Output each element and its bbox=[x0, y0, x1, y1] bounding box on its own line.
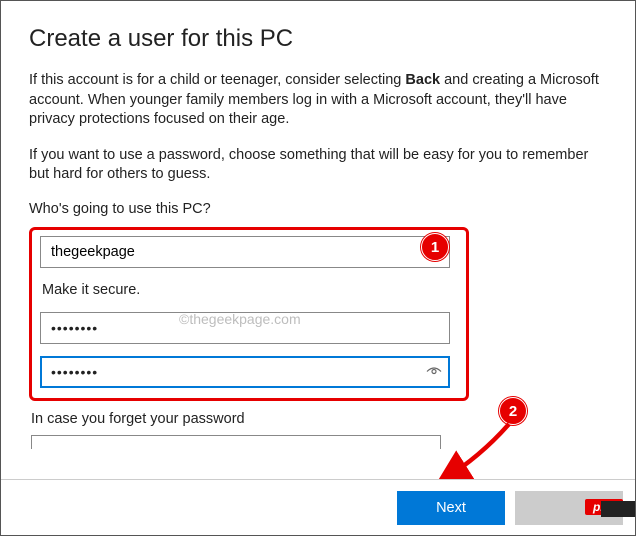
security-question-input-partial[interactable] bbox=[31, 435, 441, 449]
make-secure-label: Make it secure. bbox=[42, 282, 458, 298]
next-button[interactable]: Next bbox=[397, 491, 505, 525]
annotation-callout-2: 2 bbox=[499, 397, 527, 425]
footer-bar: Next bbox=[1, 479, 635, 535]
who-uses-label: Who's going to use this PC? bbox=[29, 201, 607, 217]
reveal-password-icon[interactable] bbox=[426, 363, 442, 380]
intro-text: If this account is for a child or teenag… bbox=[29, 71, 607, 130]
intro-bold: Back bbox=[405, 72, 440, 88]
confirm-password-wrap: •••••••• bbox=[40, 356, 450, 388]
confirm-password-input[interactable]: •••••••• bbox=[40, 356, 450, 388]
annotation-callout-1: 1 bbox=[421, 233, 449, 261]
intro-part1: If this account is for a child or teenag… bbox=[29, 72, 405, 88]
password-wrap: •••••••• bbox=[40, 312, 450, 344]
password-input[interactable]: •••••••• bbox=[40, 312, 450, 344]
username-input[interactable] bbox=[40, 236, 450, 268]
dark-strip bbox=[601, 501, 635, 517]
password-hint-text: If you want to use a password, choose so… bbox=[29, 146, 607, 185]
page-title: Create a user for this PC bbox=[29, 25, 607, 53]
input-highlight-group: Make it secure. •••••••• •••••••• bbox=[29, 227, 469, 401]
